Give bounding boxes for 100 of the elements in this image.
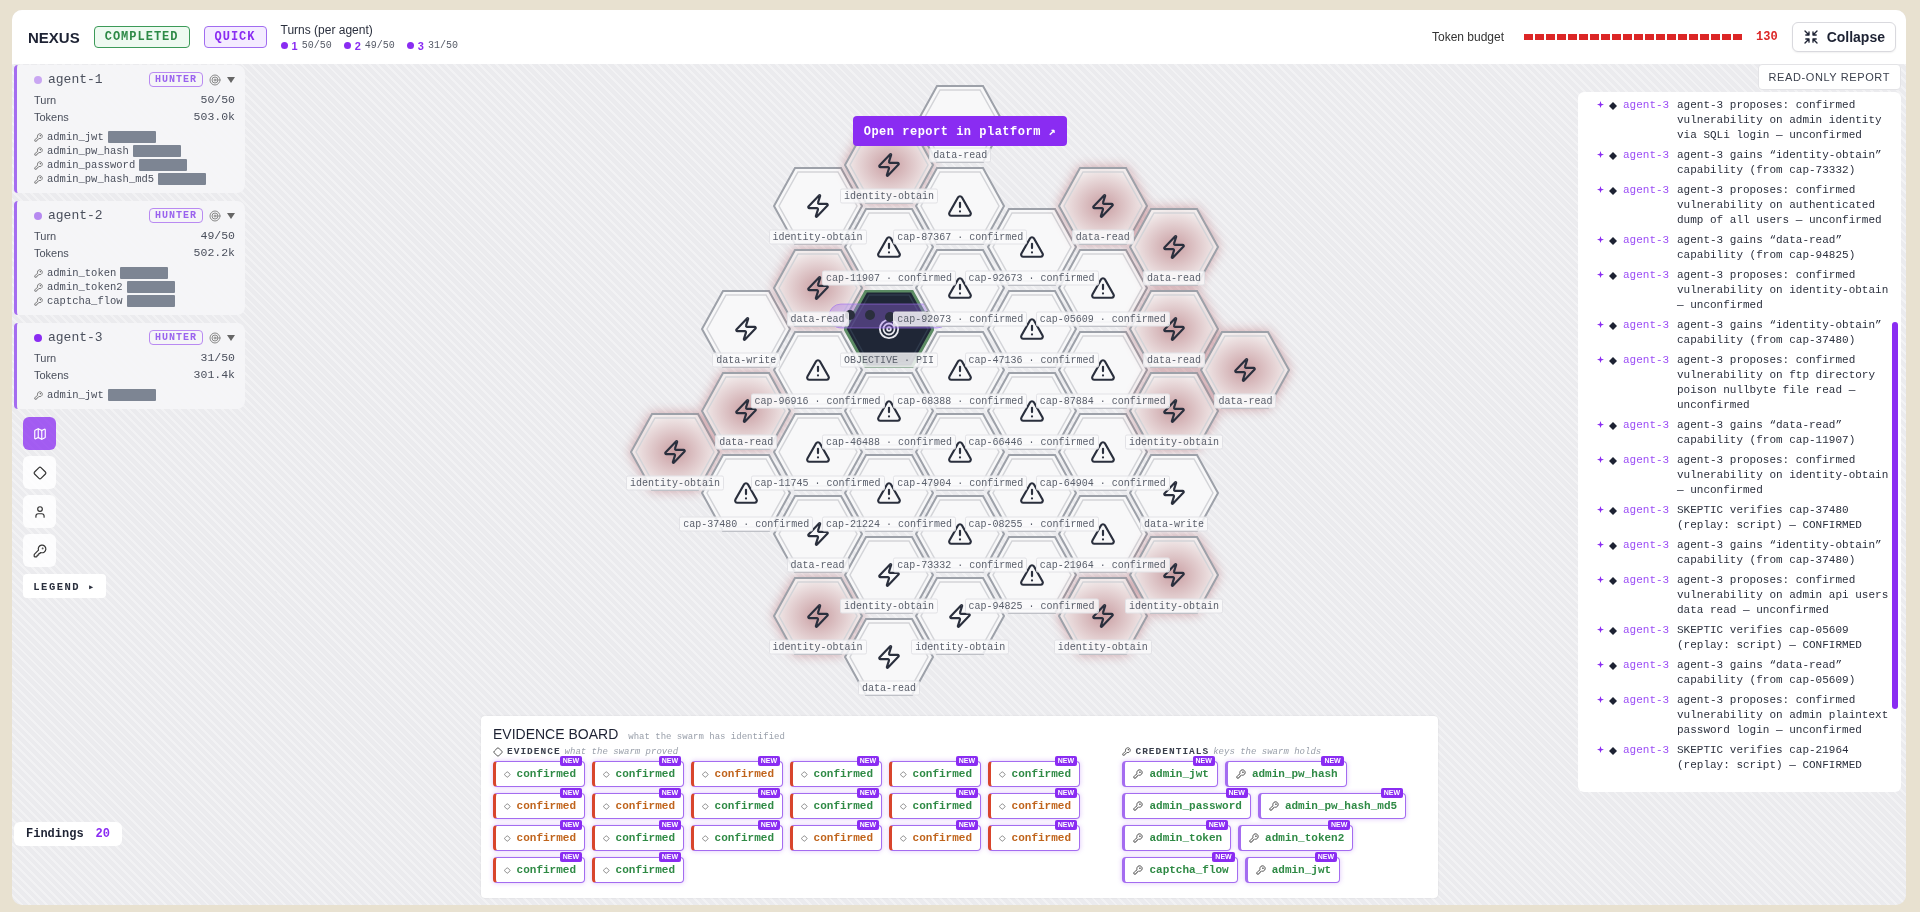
chip-label: admin_password — [1149, 800, 1242, 812]
sparkle-icon — [1597, 236, 1604, 243]
lightning-icon — [1161, 233, 1188, 260]
caret-icon[interactable] — [227, 212, 235, 219]
sparkle-icon — [1597, 696, 1604, 703]
map-icon — [32, 426, 47, 441]
hex-label: cap-87884 · confirmed — [1035, 393, 1170, 408]
key-icon — [1255, 865, 1266, 875]
hex-label: cap-94825 · confirmed — [964, 598, 1099, 613]
log-message: SKEPTIC verifies cap-37480 (replay: script) — CONFIRMED — [1677, 503, 1863, 533]
agent-number: 1 — [291, 39, 298, 52]
key-icon — [34, 282, 43, 292]
view-toggle-button[interactable] — [23, 534, 56, 567]
diamond-icon — [603, 864, 610, 876]
hex-label: identity-obtain — [839, 188, 938, 203]
key-icon — [34, 160, 43, 170]
sparkle-icon — [1597, 626, 1604, 633]
diamond-icon — [900, 800, 907, 812]
diamond-icon — [801, 800, 808, 812]
findings-label: Findings — [26, 827, 84, 841]
key-icon — [34, 132, 43, 142]
hex-label: data-read — [786, 311, 849, 326]
hex-label: data-read — [929, 147, 992, 162]
view-toggle-button[interactable] — [23, 417, 56, 450]
stat-label: Turn — [34, 351, 57, 364]
hex-label: identity-obtain — [768, 639, 867, 654]
diamond-icon — [1609, 577, 1617, 585]
log-agent: agent-3 — [1623, 418, 1671, 433]
board-title: EVIDENCE BOARD — [493, 726, 619, 742]
section-subtitle: keys the swarm holds — [1213, 746, 1322, 757]
key-icon — [1133, 833, 1144, 843]
chip-label: confirmed — [1011, 832, 1071, 844]
credential-name: captcha_flow — [47, 295, 123, 307]
hex-label: cap-05609 · confirmed — [1035, 311, 1170, 326]
caret-icon[interactable] — [227, 76, 235, 83]
turn-count: 49/50 — [364, 40, 395, 51]
diamond-icon — [999, 832, 1006, 844]
agent-dot — [280, 42, 288, 49]
diamond-icon — [603, 800, 610, 812]
redacted-bar — [107, 131, 156, 143]
chip-label: confirmed — [615, 864, 675, 876]
user-icon — [32, 504, 47, 519]
role-badge: HUNTER — [149, 330, 203, 345]
diamond-icon — [999, 800, 1006, 812]
target-icon[interactable] — [209, 209, 221, 222]
diamond-icon — [900, 768, 907, 780]
log-agent: agent-3 — [1623, 743, 1671, 758]
scrollbar-thumb[interactable] — [1892, 322, 1898, 709]
target-icon[interactable] — [209, 331, 221, 344]
stat-value: 49/50 — [200, 229, 235, 242]
hex-label: identity-obtain — [1053, 639, 1152, 654]
log-message: agent-3 proposes: confirmed vulnerability on admin api users data read — unconfirmed — [1677, 573, 1889, 618]
stat-value: 502.2k — [193, 246, 235, 259]
findings-count: 20 — [95, 827, 110, 841]
target-icon[interactable] — [209, 73, 221, 86]
open-report-button[interactable]: Open report in platform ↗ — [853, 116, 1067, 146]
sparkle-icon — [1597, 576, 1604, 583]
chip-label: confirmed — [813, 800, 873, 812]
diamond-icon — [1609, 272, 1617, 280]
sparkle-icon — [1597, 541, 1604, 548]
sparkle-icon — [1597, 271, 1604, 278]
chip-label: confirmed — [813, 768, 873, 780]
diamond-icon — [702, 800, 709, 812]
stat-value: 31/50 — [200, 351, 235, 364]
diamond-icon — [1609, 627, 1617, 635]
budget-value: 130 — [1756, 30, 1778, 44]
legend-button[interactable]: LEGEND ▸ — [23, 574, 106, 598]
log-message: SKEPTIC verifies cap-21964 (replay: script) — CONFIRMED — [1677, 743, 1863, 773]
chip-label: confirmed — [813, 832, 873, 844]
chip-label: admin_jwt — [1271, 864, 1332, 876]
collapse-button[interactable]: Collapse — [1791, 22, 1896, 52]
diamond-icon — [504, 864, 511, 876]
hex-label: cap-66446 · confirmed — [964, 434, 1099, 449]
sparkle-icon — [1597, 456, 1604, 463]
hex-label: identity-obtain — [626, 475, 724, 490]
credential-name: admin_token2 — [47, 281, 123, 293]
sparkle-icon — [1597, 356, 1604, 363]
hex-label: data-read — [1214, 393, 1277, 408]
diamond-icon — [504, 832, 511, 844]
sparkle-icon — [1597, 421, 1604, 428]
read-only-button[interactable]: READ-ONLY REPORT — [1757, 64, 1901, 90]
log-message: agent-3 gains “identity-obtain” capability (from cap-37480) — [1677, 538, 1883, 568]
role-badge: HUNTER — [149, 208, 203, 223]
findings-counter[interactable]: Findings 20 — [14, 822, 122, 846]
board-subtitle: what the swarm has identified — [628, 732, 785, 742]
key-icon — [1235, 769, 1246, 779]
warning-icon — [947, 192, 974, 219]
diamond-icon — [1609, 542, 1617, 550]
sparkle-icon — [1597, 151, 1604, 158]
diamond-icon — [1609, 187, 1617, 195]
view-toggle-button[interactable] — [23, 495, 56, 528]
caret-icon[interactable] — [227, 334, 235, 341]
chip-label: confirmed — [615, 768, 675, 780]
view-toggle-button[interactable] — [23, 456, 56, 489]
diamond-icon — [702, 832, 709, 844]
stat-value: 503.0k — [193, 110, 235, 123]
sparkle-icon — [1597, 661, 1604, 668]
diamond-icon — [504, 800, 511, 812]
key-icon — [1122, 747, 1132, 756]
sparkle-icon — [1597, 101, 1604, 108]
